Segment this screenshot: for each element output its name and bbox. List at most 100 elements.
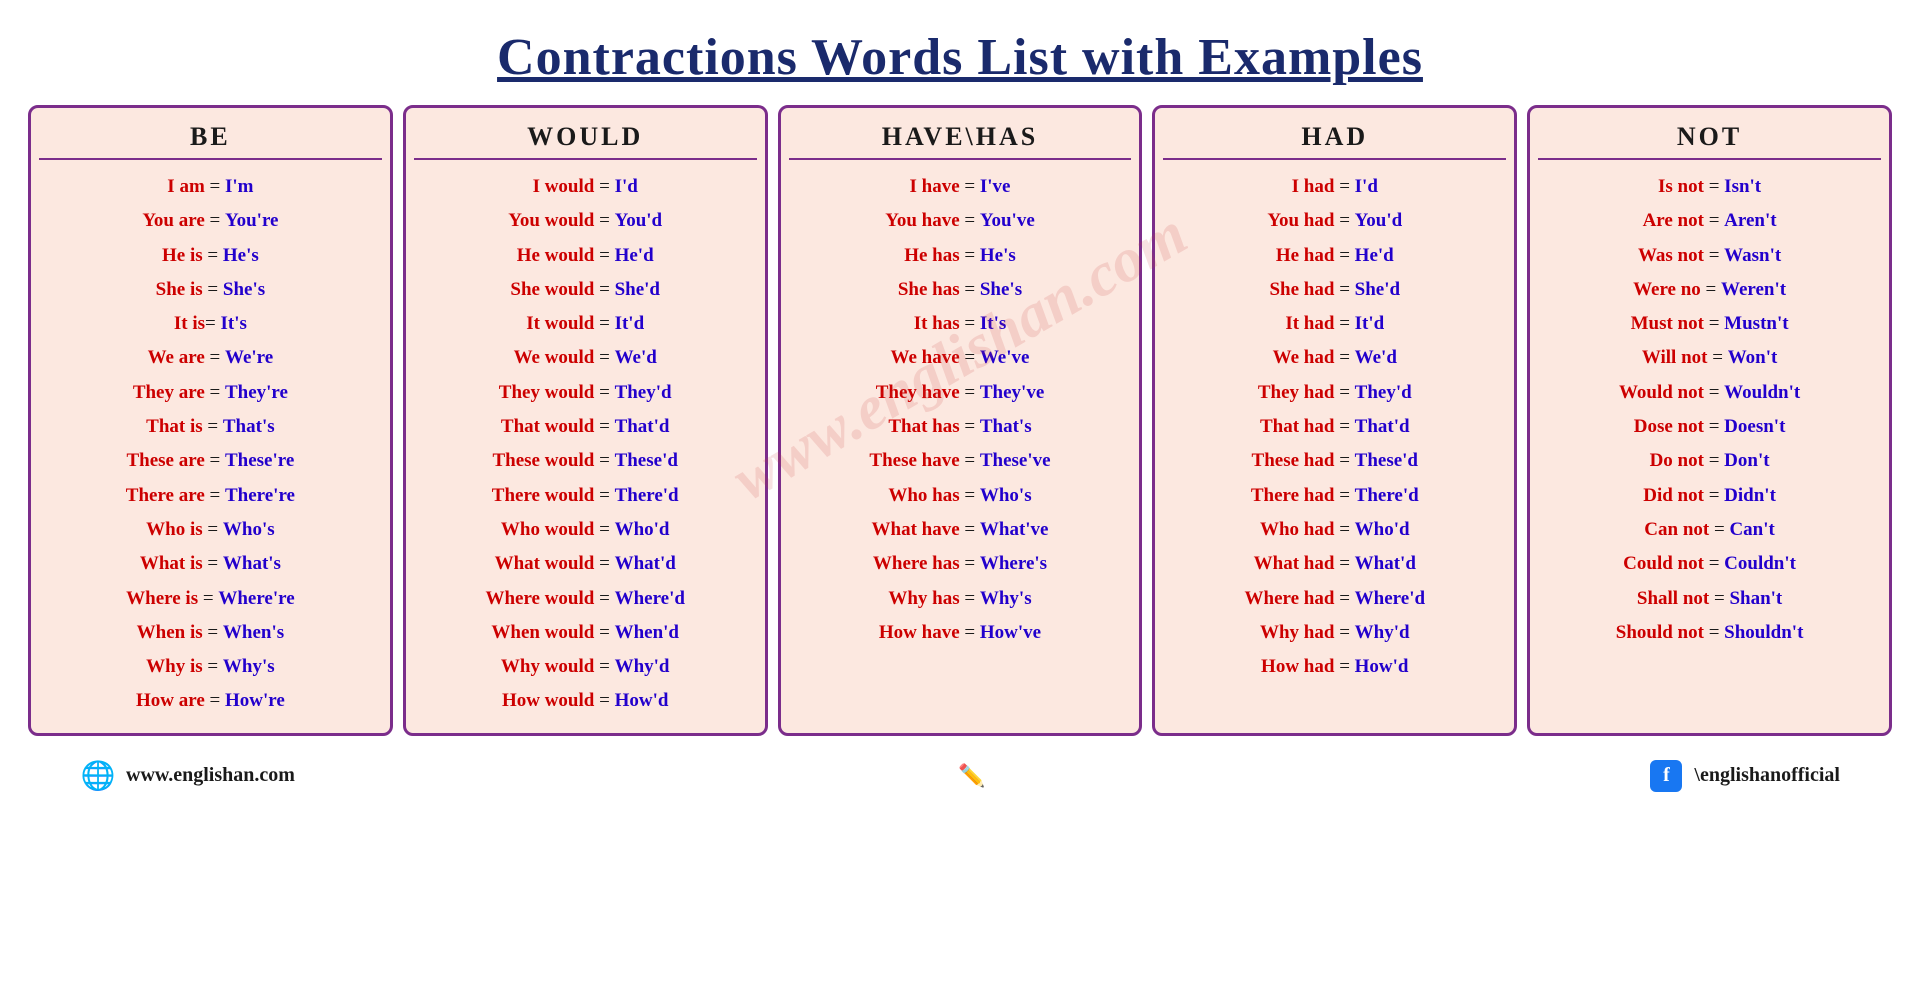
list-item: That is = That's [39,410,382,444]
contraction-result: What's [223,553,281,574]
contraction-result: That'd [1355,416,1410,437]
equals-sign: = [1704,416,1724,437]
equals-sign: = [1707,347,1727,368]
contraction-result: Who'd [615,519,670,540]
list-item: Could not = Couldn't [1538,547,1881,581]
contraction-base: Why had [1260,622,1334,643]
contraction-result: We've [980,347,1030,368]
equals-sign: = [1334,176,1354,197]
columns-wrapper: BEI am = I'mYou are = You'reHe is = He's… [20,105,1900,736]
equals-sign: = [960,485,980,506]
contraction-base: She is [156,279,203,300]
globe-icon: 🌐 [80,758,116,794]
contraction-result: That's [980,416,1032,437]
contraction-base: Is not [1658,176,1704,197]
contraction-result: Why'd [1355,622,1410,643]
contraction-base: Why would [501,656,594,677]
contraction-result: How've [980,622,1041,643]
list-item: It has = It's [789,307,1132,341]
list-item: It is= It's [39,307,382,341]
contraction-result: Didn't [1724,485,1776,506]
equals-sign: = [1334,245,1354,266]
list-item: Who had = Who'd [1163,513,1506,547]
contraction-base: It had [1285,313,1334,334]
brand-logo: ✏️ [958,763,985,789]
equals-sign: = [1704,450,1724,471]
column-header-0: BE [39,122,382,160]
equals-sign: = [205,210,225,231]
list-item: He has = He's [789,239,1132,273]
contraction-base: What have [872,519,960,540]
contraction-result: Can't [1729,519,1774,540]
contraction-result: You're [225,210,278,231]
contraction-result: That's [223,416,275,437]
list-item: They would = They'd [414,376,757,410]
contraction-base: Dose not [1634,416,1704,437]
contraction-base: There are [126,485,205,506]
list-item: What have = What've [789,513,1132,547]
list-item: These are = These're [39,444,382,478]
contraction-base: It is [174,313,205,334]
column-header-4: NOT [1538,122,1881,160]
list-item: That would = That'd [414,410,757,444]
contraction-base: Where had [1245,588,1335,609]
equals-sign: = [1704,382,1724,403]
contraction-result: I've [980,176,1011,197]
footer-facebook-text: \englishanofficial [1694,764,1840,787]
contraction-result: Where'd [1355,588,1425,609]
contraction-result: He's [223,245,259,266]
contraction-base: She would [510,279,594,300]
equals-sign: = [960,347,980,368]
equals-sign: = [594,416,614,437]
contraction-base: Why has [888,588,959,609]
contraction-base: They are [133,382,205,403]
equals-sign: = [594,485,614,506]
contraction-result: Shouldn't [1724,622,1803,643]
equals-sign: = [960,622,980,643]
contraction-base: Can not [1644,519,1709,540]
equals-sign: = [594,313,614,334]
contraction-result: Doesn't [1724,416,1785,437]
equals-sign: = [960,450,980,471]
equals-sign: = [1704,553,1724,574]
equals-sign: = [1334,553,1354,574]
contraction-base: Should not [1616,622,1704,643]
equals-sign: = [1704,245,1724,266]
equals-sign: = [1334,210,1354,231]
list-item: Were no = Weren't [1538,273,1881,307]
list-item: There would = There'd [414,479,757,513]
contraction-base: What had [1254,553,1335,574]
list-item: Where would = Where'd [414,582,757,616]
list-item: Where had = Where'd [1163,582,1506,616]
contraction-result: Aren't [1724,210,1776,231]
contraction-base: He had [1276,245,1335,266]
equals-sign: = [594,210,614,231]
contraction-result: They'd [615,382,672,403]
contraction-result: Wouldn't [1724,382,1800,403]
contraction-result: He'd [1355,245,1394,266]
contraction-result: There'd [615,485,679,506]
equals-sign: = [203,622,223,643]
list-item: Shall not = Shan't [1538,582,1881,616]
contraction-result: She'd [615,279,660,300]
contraction-result: He'd [615,245,654,266]
contraction-base: How are [136,690,205,711]
equals-sign: = [1709,588,1729,609]
contraction-result: You'd [615,210,663,231]
contraction-result: It's [980,313,1006,334]
contraction-base: These would [492,450,594,471]
equals-sign: = [1704,210,1724,231]
list-item: When is = When's [39,616,382,650]
contraction-base: They would [499,382,595,403]
contraction-result: What've [980,519,1049,540]
list-item: How had = How'd [1163,650,1506,684]
column-header-1: WOULD [414,122,757,160]
contraction-base: I have [910,176,960,197]
equals-sign: = [1334,347,1354,368]
list-item: These would = These'd [414,444,757,478]
list-item: You had = You'd [1163,204,1506,238]
contraction-base: It has [914,313,960,334]
equals-sign: = [594,382,614,403]
contraction-base: How have [879,622,960,643]
footer-facebook: f \englishanofficial [1648,758,1840,794]
